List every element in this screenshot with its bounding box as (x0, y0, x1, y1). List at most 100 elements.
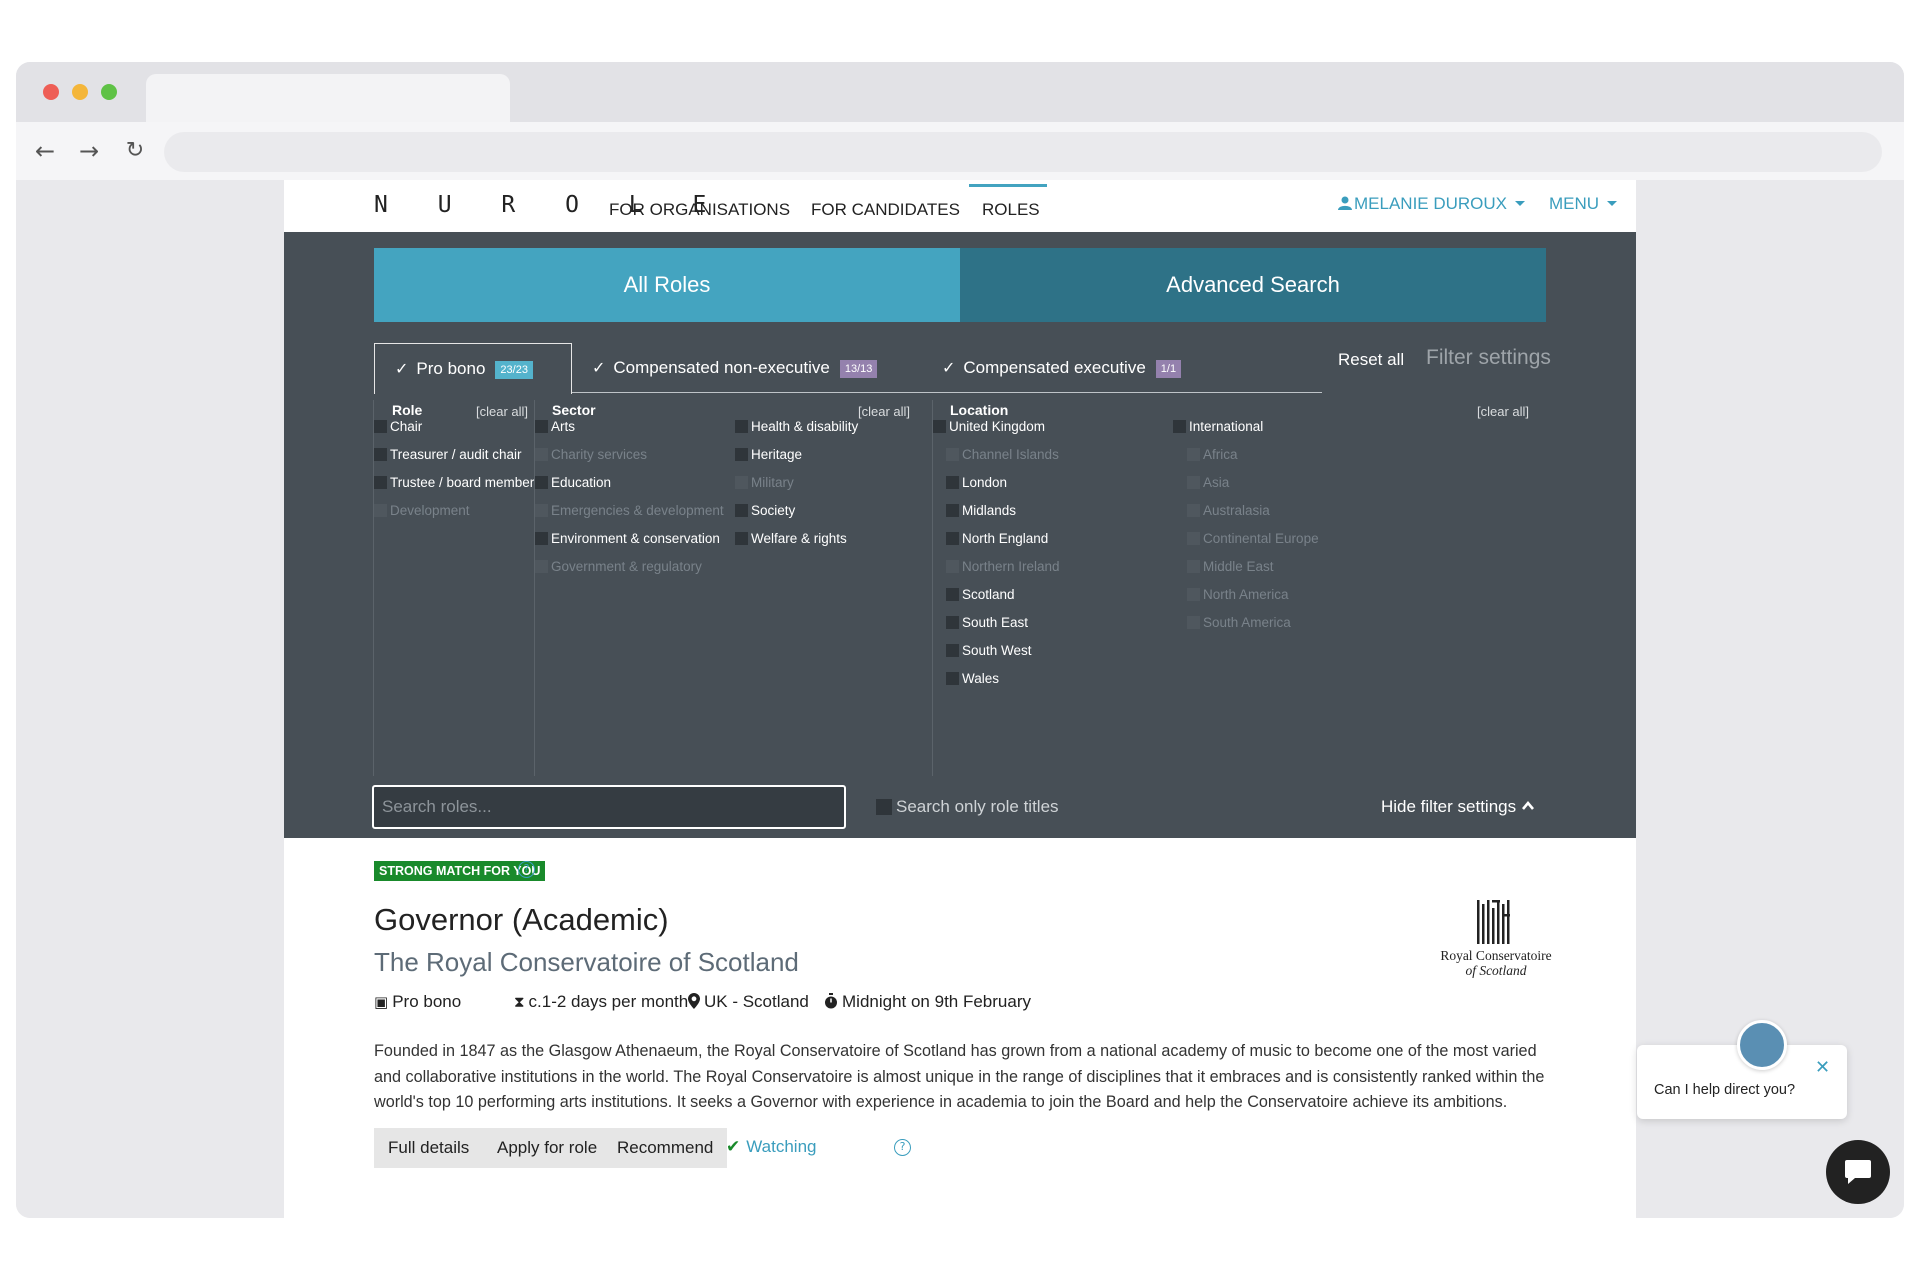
checkbox (535, 448, 548, 461)
role-title[interactable]: Governor (Academic) (374, 902, 669, 938)
count-badge: 23/23 (495, 361, 533, 379)
sector-option-health[interactable]: Health & disability (735, 419, 858, 434)
meta-location: UK - Scotland (688, 992, 809, 1012)
checkbox[interactable] (946, 504, 959, 517)
sector-option-education[interactable]: Education (535, 475, 611, 490)
user-name: MELANIE DUROUX (1354, 194, 1508, 213)
location-option-northern-ireland: Northern Ireland (946, 559, 1060, 574)
nav-for-organisations[interactable]: FOR ORGANISATIONS (609, 200, 790, 220)
sector-option-welfare[interactable]: Welfare & rights (735, 531, 847, 546)
option-label: London (962, 475, 1008, 490)
checkbox[interactable] (946, 532, 959, 545)
reset-all-button[interactable]: Reset all (1338, 350, 1404, 370)
role-option-trustee[interactable]: Trustee / board member (374, 475, 534, 490)
option-label: Chair (390, 419, 423, 434)
checkbox[interactable] (374, 476, 387, 489)
location-option-south-west[interactable]: South West (946, 643, 1032, 658)
checkbox (535, 504, 548, 517)
location-option-midlands[interactable]: Midlands (946, 503, 1016, 518)
checkbox[interactable] (933, 420, 946, 433)
address-bar[interactable] (164, 132, 1882, 172)
full-details-button[interactable]: Full details (374, 1128, 484, 1168)
checkbox[interactable] (735, 420, 748, 433)
checkbox[interactable] (946, 616, 959, 629)
checkbox[interactable] (946, 476, 959, 489)
checkbox (1187, 560, 1200, 573)
location-clear-all[interactable]: [clear all] (1477, 404, 1529, 419)
option-label: North America (1203, 587, 1289, 602)
option-label: North England (962, 531, 1049, 546)
tab-all-roles[interactable]: All Roles (374, 248, 960, 322)
hide-filter-settings-button[interactable]: Hide filter settings (1381, 797, 1535, 817)
help-icon[interactable]: ? (518, 861, 535, 878)
active-nav-indicator (969, 184, 1047, 187)
location-option-south-east[interactable]: South East (946, 615, 1028, 630)
sector-option-heritage[interactable]: Heritage (735, 447, 802, 462)
location-option-international[interactable]: International (1173, 419, 1263, 434)
check-icon: ✓ (592, 358, 606, 377)
browser-tab[interactable] (146, 74, 510, 124)
tab-compensated-executive[interactable]: ✓ Compensated executive 1/1 (942, 343, 1182, 393)
minimize-window-button[interactable] (72, 84, 88, 100)
search-input[interactable] (372, 785, 846, 829)
user-menu[interactable]: MELANIE DUROUX (1338, 194, 1526, 214)
watching-toggle[interactable]: ✔ Watching (726, 1137, 816, 1157)
sector-filter-heading: Sector (552, 402, 596, 418)
option-label: Channel Islands (962, 447, 1059, 462)
checkbox[interactable] (535, 532, 548, 545)
sector-option-society[interactable]: Society (735, 503, 795, 518)
checkbox[interactable] (735, 448, 748, 461)
checkbox (535, 560, 548, 573)
role-option-treasurer[interactable]: Treasurer / audit chair (374, 447, 522, 462)
location-option-scotland[interactable]: Scotland (946, 587, 1015, 602)
checkbox[interactable] (374, 420, 387, 433)
checkbox[interactable] (535, 420, 548, 433)
back-arrow-icon[interactable]: ← (30, 136, 60, 166)
sector-clear-all[interactable]: [clear all] (858, 404, 910, 419)
location-option-wales[interactable]: Wales (946, 671, 999, 686)
browser-window: ← → ↻ N U R O L E FOR ORGANISATIONS FOR … (16, 62, 1904, 1218)
nav-roles[interactable]: ROLES (982, 200, 1040, 220)
search-only-titles-toggle[interactable]: Search only role titles (876, 797, 1059, 817)
close-icon[interactable]: ✕ (1815, 1057, 1830, 1078)
checkbox[interactable] (735, 532, 748, 545)
checkbox[interactable] (946, 672, 959, 685)
nav-for-candidates[interactable]: FOR CANDIDATES (811, 200, 960, 220)
option-label: International (1189, 419, 1264, 434)
role-clear-all[interactable]: [clear all] (476, 404, 528, 419)
logo-text: Royal Conservatoire of Scotland (1431, 948, 1561, 978)
tab-advanced-search[interactable]: Advanced Search (960, 248, 1546, 322)
forward-arrow-icon[interactable]: → (74, 136, 104, 166)
map-pin-icon (688, 993, 700, 1009)
count-badge: 1/1 (1155, 360, 1182, 378)
checkbox[interactable] (876, 799, 892, 815)
location-option-united-kingdom[interactable]: United Kingdom (933, 419, 1045, 434)
recommend-button[interactable]: Recommend (603, 1128, 728, 1168)
checkbox[interactable] (946, 644, 959, 657)
checkbox (1187, 448, 1200, 461)
organisation-name[interactable]: The Royal Conservatoire of Scotland (374, 947, 799, 978)
role-option-chair[interactable]: Chair (374, 419, 422, 434)
maximize-window-button[interactable] (101, 84, 117, 100)
sector-option-arts[interactable]: Arts (535, 419, 575, 434)
location-option-london[interactable]: London (946, 475, 1007, 490)
tab-compensated-non-executive[interactable]: ✓ Compensated non-executive 13/13 (592, 343, 878, 393)
checkbox (946, 560, 959, 573)
checkbox[interactable] (735, 504, 748, 517)
chat-launcher-button[interactable] (1826, 1140, 1890, 1204)
menu-dropdown[interactable]: MENU (1549, 194, 1618, 214)
checkbox[interactable] (946, 588, 959, 601)
checkbox (1187, 476, 1200, 489)
checkbox[interactable] (1173, 420, 1186, 433)
checkbox[interactable] (535, 476, 548, 489)
help-icon[interactable]: ? (894, 1139, 911, 1156)
sector-option-environment[interactable]: Environment & conservation (535, 531, 720, 546)
close-window-button[interactable] (43, 84, 59, 100)
tab-pro-bono[interactable]: ✓ Pro bono 23/23 (374, 343, 572, 394)
reload-icon[interactable]: ↻ (120, 136, 150, 166)
location-option-middle-east: Middle East (1187, 559, 1274, 574)
location-option-north-england[interactable]: North England (946, 531, 1048, 546)
apply-for-role-button[interactable]: Apply for role (483, 1128, 612, 1168)
meta-text: Midnight on 9th February (842, 992, 1031, 1011)
checkbox[interactable] (374, 448, 387, 461)
